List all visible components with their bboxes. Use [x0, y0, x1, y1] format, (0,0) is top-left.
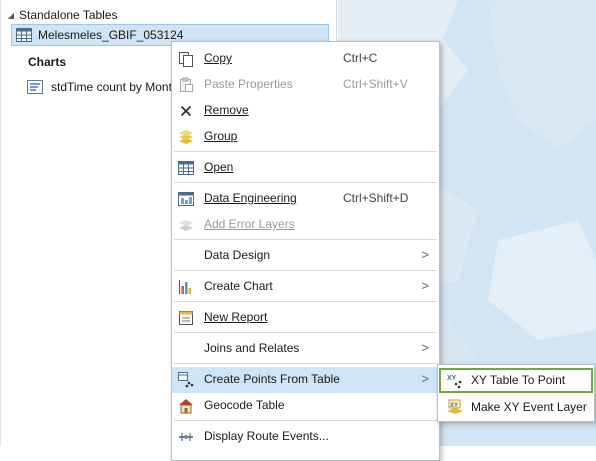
chevron-right-icon: > — [421, 340, 429, 355]
chart-icon — [179, 280, 191, 294]
menu-separator — [174, 270, 437, 271]
submenu-item-xy-table-to-point[interactable]: XY XY Table To Point — [439, 368, 593, 393]
close-icon — [180, 105, 192, 117]
menu-item-label: Remove — [204, 103, 249, 117]
menu-item-label: Open — [204, 160, 234, 174]
menu-separator — [174, 420, 437, 421]
chart-list-icon — [27, 80, 43, 94]
menu-item-label: Display Route Events... — [204, 429, 329, 443]
menu-item-add-error-layers[interactable]: Add Error Layers — [172, 212, 439, 238]
menu-separator — [174, 363, 437, 364]
collapse-triangle-icon[interactable]: ◢ — [5, 11, 17, 20]
menu-item-new-report[interactable]: New Report — [172, 305, 439, 331]
xy-table-to-point-icon: XY — [447, 375, 462, 389]
menu-item-data-engineering[interactable]: Data Engineering Ctrl+Shift+D — [172, 186, 439, 212]
group-label: Standalone Tables — [19, 8, 118, 22]
geocode-icon — [179, 399, 193, 414]
submenu-item-label: Make XY Event Layer — [471, 400, 587, 414]
menu-item-group[interactable]: Group — [172, 124, 439, 150]
menu-separator — [174, 182, 437, 183]
submenu-item-make-xy-event-layer[interactable]: XY Make XY Event Layer — [439, 395, 593, 420]
menu-item-create-chart[interactable]: Create Chart > — [172, 274, 439, 300]
chart-item-label: stdTime count by Month — [51, 80, 179, 94]
route-events-icon — [179, 433, 193, 441]
chart-item[interactable]: stdTime count by Month — [27, 78, 179, 96]
standalone-tables-group[interactable]: ◢ Standalone Tables — [5, 6, 118, 24]
chevron-right-icon: > — [421, 371, 429, 386]
chevron-right-icon: > — [421, 278, 429, 293]
chevron-right-icon: > — [421, 247, 429, 262]
error-layers-icon — [179, 220, 193, 231]
menu-item-label: New Report — [204, 310, 268, 324]
menu-item-shortcut: Ctrl+Shift+D — [343, 191, 409, 205]
menu-item-shortcut: Ctrl+C — [343, 51, 378, 65]
menu-item-paste-properties[interactable]: Paste Properties Ctrl+Shift+V — [172, 72, 439, 98]
menu-item-label: Create Points From Table — [204, 372, 340, 386]
menu-separator — [174, 301, 437, 302]
menu-item-display-route-events[interactable]: Display Route Events... — [172, 424, 439, 450]
menu-item-copy[interactable]: Copy Ctrl+C — [172, 46, 439, 72]
menu-item-create-points-from-table[interactable]: Create Points From Table > — [172, 367, 439, 393]
submenu-item-label: XY Table To Point — [471, 373, 566, 387]
report-icon — [179, 311, 193, 325]
menu-separator — [174, 151, 437, 152]
xy-points-icon — [178, 372, 194, 388]
menu-item-label: Data Design — [204, 248, 271, 262]
table-icon — [178, 161, 194, 175]
menu-separator — [174, 332, 437, 333]
data-engineering-icon — [178, 192, 194, 206]
layers-icon — [179, 130, 193, 144]
svg-text:XY: XY — [450, 403, 458, 409]
copy-icon — [179, 52, 193, 67]
menu-item-remove[interactable]: Remove — [172, 98, 439, 124]
menu-item-label: Paste Properties — [204, 77, 293, 91]
menu-item-label: Create Chart — [204, 279, 273, 293]
menu-item-label: Add Error Layers — [204, 217, 295, 231]
xy-event-layer-icon: XY — [447, 399, 463, 414]
context-menu: Copy Ctrl+C Paste Properties Ctrl+Shift+… — [171, 41, 440, 461]
menu-item-label: Geocode Table — [204, 398, 285, 412]
create-points-submenu: XY XY Table To Point XY Make XY Event La… — [437, 364, 595, 422]
svg-text:XY: XY — [447, 375, 457, 382]
menu-item-shortcut: Ctrl+Shift+V — [343, 77, 408, 91]
charts-heading: Charts — [28, 55, 67, 69]
menu-item-label: Group — [204, 129, 238, 143]
menu-item-label: Data Engineering — [204, 191, 297, 205]
menu-item-open[interactable]: Open — [172, 155, 439, 181]
menu-item-joins-and-relates[interactable]: Joins and Relates > — [172, 336, 439, 362]
table-icon — [16, 28, 32, 42]
menu-item-data-design[interactable]: Data Design > — [172, 243, 439, 269]
menu-item-geocode-table[interactable]: Geocode Table — [172, 393, 439, 419]
paste-icon — [180, 77, 193, 92]
menu-item-label: Joins and Relates — [204, 341, 300, 355]
menu-separator — [174, 239, 437, 240]
table-name: Melesmeles_GBIF_053124 — [38, 28, 184, 42]
menu-item-label: Copy — [204, 51, 233, 65]
